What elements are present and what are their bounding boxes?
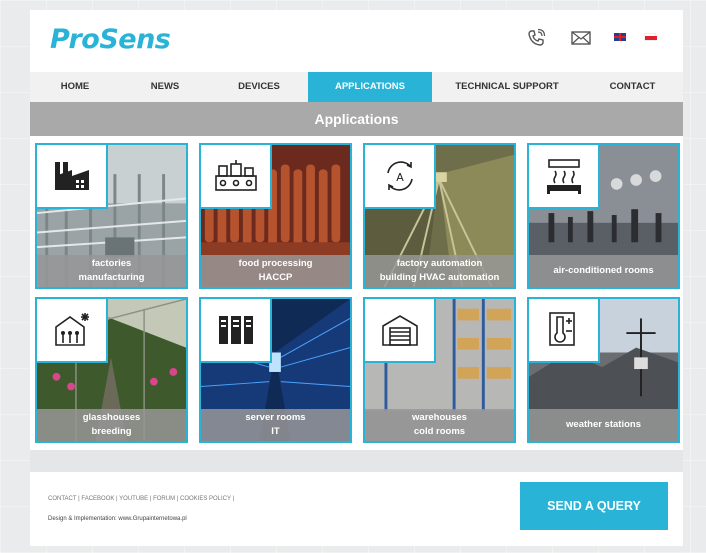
card-label-line1: warehouses (412, 412, 467, 423)
card-label-line2: breeding (91, 426, 132, 437)
footer-link-forum[interactable]: FORUM (153, 496, 175, 502)
footer-link-youtube[interactable]: YOUTUBE (119, 496, 148, 502)
logo[interactable]: ProSens (50, 24, 171, 55)
footer-divider (30, 450, 683, 472)
card-glasshouses[interactable]: glasshouses breeding (35, 297, 188, 443)
footer-link-facebook[interactable]: FACEBOOK (81, 496, 114, 502)
nav-home[interactable]: HOME (30, 72, 120, 102)
nav-devices[interactable]: DEVICES (210, 72, 308, 102)
card-label: air-conditioned rooms (529, 255, 678, 287)
factory-icon (54, 162, 89, 190)
card-label-line2: cold rooms (413, 426, 466, 437)
mail-icon[interactable] (570, 27, 592, 49)
send-query-button[interactable]: SEND A QUERY (520, 482, 668, 530)
card-label-line1: glasshouses (82, 412, 141, 423)
applications-grid: factories manufacturing food processing … (35, 143, 680, 443)
svg-text:A: A (396, 171, 404, 184)
card-label: food processing HACCP (201, 255, 350, 287)
card-factories[interactable]: factories manufacturing (35, 143, 188, 289)
footer-credit[interactable]: Design & Implementation: www.Grupaintern… (48, 516, 187, 522)
automation-icon: A (386, 161, 413, 191)
server-icon (218, 316, 253, 344)
card-weather-stations[interactable]: weather stations (527, 297, 680, 443)
nav-technical-support[interactable]: TECHNICAL SUPPORT (432, 72, 582, 102)
card-label-line2: HACCP (258, 272, 293, 283)
card-label-line2: building HVAC automation (379, 272, 500, 283)
food-icon-box (201, 145, 272, 209)
card-label-line1: factories (91, 258, 132, 269)
server-icon-box (201, 299, 272, 363)
page-title: Applications (30, 102, 683, 136)
card-label: factories manufacturing (37, 255, 186, 287)
food-processing-icon (214, 160, 257, 191)
card-food-processing[interactable]: food processing HACCP (199, 143, 352, 289)
nav-applications[interactable]: APPLICATIONS (308, 72, 432, 102)
greenhouse-icon (54, 313, 89, 346)
header: ProSens (30, 10, 683, 72)
card-label-line2: IT (271, 426, 280, 437)
card-label: server rooms IT (201, 409, 350, 441)
nav-contact[interactable]: CONTACT (582, 72, 683, 102)
card-label-line1: server rooms (245, 412, 306, 423)
main-nav: HOME NEWS DEVICES APPLICATIONS TECHNICAL… (30, 72, 683, 102)
footer-link-contact[interactable]: CONTACT (48, 496, 76, 502)
card-label-line1: factory automation (396, 258, 483, 269)
warehouse-icon-box (365, 299, 436, 363)
card-server-rooms[interactable]: server rooms IT (199, 297, 352, 443)
card-label-line2: manufacturing (78, 272, 145, 283)
ac-icon-box (529, 145, 600, 209)
page: ProSens HOME NEWS DEVICES APPLICATIONS T… (30, 10, 683, 546)
phone-icon[interactable] (525, 27, 547, 49)
air-conditioner-icon (546, 159, 581, 194)
card-label: glasshouses breeding (37, 409, 186, 441)
card-label-line1: weather stations (566, 419, 641, 430)
flag-uk-icon[interactable] (614, 33, 626, 41)
card-label-line1: food processing (238, 258, 313, 269)
flag-pl-icon[interactable] (644, 33, 657, 41)
nav-news[interactable]: NEWS (120, 72, 210, 102)
warehouse-icon (381, 315, 418, 346)
card-factory-automation[interactable]: A factory automation building HVAC autom… (363, 143, 516, 289)
footer-links: CONTACT | FACEBOOK | YOUTUBE | FORUM | C… (48, 496, 235, 502)
greenhouse-icon-box (37, 299, 108, 363)
footer-link-cookies[interactable]: COOKIES POLICY (180, 496, 231, 502)
card-label-line1: air-conditioned rooms (553, 265, 654, 276)
card-label: warehouses cold rooms (365, 409, 514, 441)
factory-icon-box (37, 145, 108, 209)
card-label: weather stations (529, 409, 678, 441)
card-label: factory automation building HVAC automat… (365, 255, 514, 287)
card-air-conditioned-rooms[interactable]: air-conditioned rooms (527, 143, 680, 289)
card-warehouses[interactable]: warehouses cold rooms (363, 297, 516, 443)
thermometer-icon-box (529, 299, 600, 363)
automation-icon-box: A (365, 145, 436, 209)
thermometer-icon (548, 312, 575, 346)
